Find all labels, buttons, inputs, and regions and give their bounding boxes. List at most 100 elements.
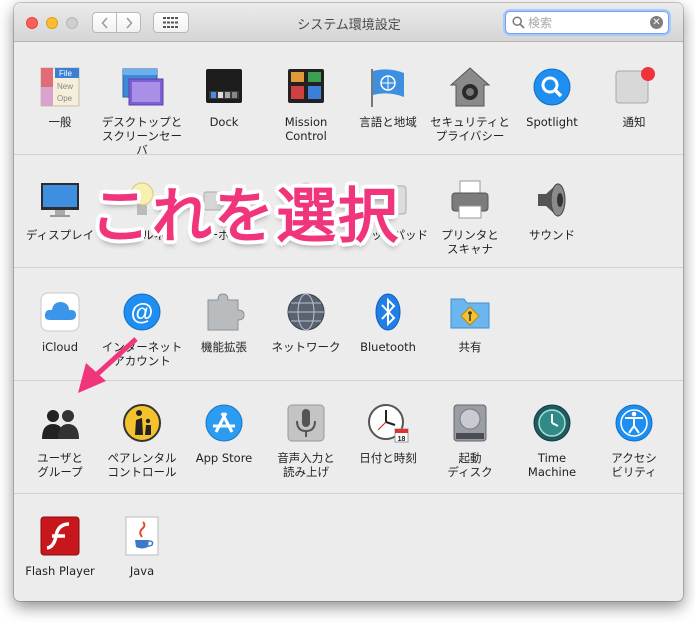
pane-accessibility[interactable]: アクセシ ビリティ — [589, 401, 679, 479]
search-field[interactable]: ✕ — [505, 11, 669, 34]
svg-text:@: @ — [131, 299, 153, 325]
minimize-window-button[interactable] — [46, 17, 58, 29]
puzzle-icon — [202, 290, 246, 334]
pane-dictation[interactable]: 音声入力と 読み上げ — [261, 401, 351, 479]
back-button[interactable] — [92, 12, 117, 33]
monitor-icon — [38, 178, 82, 222]
svg-text:18: 18 — [398, 436, 406, 443]
java-icon — [120, 514, 164, 558]
parental-icon — [120, 401, 164, 445]
pane-notifications[interactable]: 通知 — [589, 65, 679, 129]
pane-mission-control[interactable]: Mission Control — [261, 65, 351, 143]
pane-label: 音声入力と 読み上げ — [277, 451, 335, 479]
general-icon: File New Ope — [38, 65, 82, 109]
pane-bluetooth[interactable]: Bluetooth — [343, 290, 433, 354]
notification-icon — [612, 65, 656, 109]
pane-label: Bluetooth — [360, 340, 416, 354]
pane-label: ユーザと グループ — [37, 451, 83, 479]
pane-dock[interactable]: Dock — [179, 65, 269, 129]
pane-network[interactable]: ネットワーク — [261, 290, 351, 354]
pane-extensions[interactable]: 機能拡張 — [179, 290, 269, 354]
svg-text:Ope: Ope — [57, 94, 73, 103]
pane-datetime[interactable]: 18 日付と時刻 — [343, 401, 433, 465]
dock-icon — [202, 65, 246, 109]
users-icon — [38, 401, 82, 445]
grid-icon — [163, 17, 178, 28]
desktop-icon — [120, 65, 164, 109]
pane-label: プリンタと スキャナ — [441, 228, 499, 256]
bluetooth-icon — [366, 290, 410, 334]
house-lock-icon — [448, 65, 492, 109]
pane-label: Dock — [209, 115, 239, 129]
shared-folder-icon — [448, 290, 492, 334]
pane-label: App Store — [195, 451, 253, 465]
pane-label: Java — [129, 564, 155, 578]
pane-printers[interactable]: プリンタと スキャナ — [425, 178, 515, 256]
pane-label: 共有 — [458, 340, 482, 354]
flash-icon — [38, 514, 82, 558]
preference-panes: File New Ope 一般 デスクトップと スクリーンセーバ Dock Mi… — [14, 42, 683, 601]
svg-text:New: New — [57, 82, 73, 91]
pane-label: 言語と地域 — [359, 115, 417, 129]
annotation-arrow-icon — [78, 337, 138, 393]
annotation-callout: これを選択 — [90, 182, 400, 252]
pane-users[interactable]: ユーザと グループ — [15, 401, 105, 479]
pane-startup[interactable]: 起動 ディスク — [425, 401, 515, 479]
pane-sharing[interactable]: 共有 — [425, 290, 515, 354]
pane-label: ペアレンタル コントロール — [107, 451, 177, 479]
pane-spotlight[interactable]: Spotlight — [507, 65, 597, 129]
search-input[interactable] — [528, 14, 640, 31]
speaker-icon — [530, 178, 574, 222]
pane-label: Flash Player — [25, 564, 95, 578]
pane-label: Spotlight — [526, 115, 578, 129]
pane-label: Time Machine — [527, 451, 577, 479]
window-title: システム環境設定 — [297, 18, 401, 33]
forward-button[interactable] — [116, 12, 141, 33]
printer-icon — [448, 178, 492, 222]
pane-label: 日付と時刻 — [359, 451, 417, 465]
pane-desktop[interactable]: デスクトップと スクリーンセーバ — [97, 65, 187, 157]
globe-icon — [284, 290, 328, 334]
pane-label: 機能拡張 — [201, 340, 247, 354]
show-all-button[interactable] — [153, 12, 189, 33]
clock-icon: 18 — [366, 401, 410, 445]
pane-timemachine[interactable]: Time Machine — [507, 401, 597, 479]
chevron-right-icon — [125, 16, 133, 29]
pane-appstore[interactable]: App Store — [179, 401, 269, 465]
magnifier-icon — [530, 65, 574, 109]
clear-search-icon[interactable]: ✕ — [650, 16, 663, 29]
zoom-window-button[interactable] — [66, 17, 78, 29]
pane-label: 一般 — [48, 115, 72, 129]
pane-language[interactable]: 言語と地域 — [343, 65, 433, 129]
pane-label: 通知 — [622, 115, 646, 129]
pane-label: Mission Control — [284, 115, 328, 143]
pane-label: デスクトップと スクリーンセーバ — [101, 115, 183, 157]
close-window-button[interactable] — [26, 17, 38, 29]
microphone-icon — [284, 401, 328, 445]
pane-label: ネットワーク — [271, 340, 341, 354]
pane-java[interactable]: Java — [97, 514, 187, 578]
pane-label: 起動 ディスク — [447, 451, 493, 479]
pane-parental[interactable]: ペアレンタル コントロール — [97, 401, 187, 479]
pane-sound[interactable]: サウンド — [507, 178, 597, 242]
pane-label: サウンド — [529, 228, 575, 242]
mission-control-icon — [284, 65, 328, 109]
cloud-icon — [38, 290, 82, 334]
pane-label: セキュリティと プライバシー — [430, 115, 510, 143]
chevron-left-icon — [100, 16, 108, 29]
pane-general[interactable]: File New Ope 一般 — [15, 65, 105, 129]
hard-disk-icon — [448, 401, 492, 445]
pane-flash[interactable]: Flash Player — [15, 514, 105, 578]
search-icon — [512, 16, 525, 29]
flag-icon — [366, 65, 410, 109]
time-machine-icon — [530, 401, 574, 445]
title-bar: システム環境設定 ✕ — [14, 3, 683, 42]
section-system: ユーザと グループ ペアレンタル コントロール App Store 音声入力と … — [14, 381, 683, 494]
accessibility-icon — [612, 401, 656, 445]
svg-text:File: File — [59, 69, 72, 78]
pane-label: アクセシ ビリティ — [611, 451, 657, 479]
pane-security[interactable]: セキュリティと プライバシー — [425, 65, 515, 143]
at-sign-icon: @ — [120, 290, 164, 334]
system-preferences-window: システム環境設定 ✕ File New — [14, 3, 683, 601]
section-personal: File New Ope 一般 デスクトップと スクリーンセーバ Dock Mi… — [14, 42, 683, 157]
